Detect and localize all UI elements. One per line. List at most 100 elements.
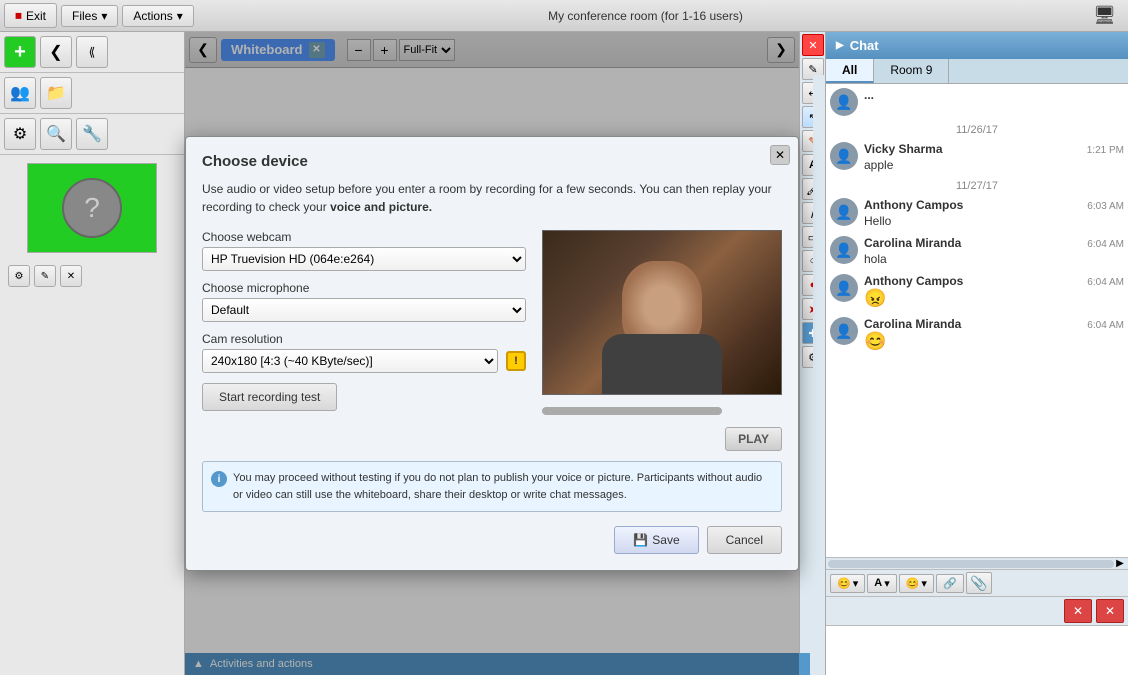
save-button[interactable]: 💾 Save xyxy=(614,526,698,554)
message-content: Anthony Campos 6:03 AM Hello xyxy=(864,198,1124,228)
chat-messages[interactable]: 👤 ... 11/26/17 👤 Vicky Sharma 1:21 PM ap… xyxy=(826,84,1128,557)
save-label: Save xyxy=(652,533,679,547)
modal-overlay: Choose device ✕ Use audio or video setup… xyxy=(185,32,799,675)
choose-device-modal: Choose device ✕ Use audio or video setup… xyxy=(185,136,799,571)
microphone-group: Choose microphone Default xyxy=(202,281,526,322)
message-name: Anthony Campos xyxy=(864,274,963,288)
actions-button[interactable]: Actions ▾ xyxy=(122,5,193,27)
cancel-x-btn[interactable]: ✕ xyxy=(1064,599,1092,623)
user-preview: ? xyxy=(27,163,157,253)
avatar: 👤 xyxy=(830,198,858,226)
exit-label: Exit xyxy=(26,9,46,23)
question-mark-icon: ? xyxy=(84,192,100,224)
scroll-right-icon[interactable]: ▶ xyxy=(1114,558,1126,570)
modal-info-text: You may proceed without testing if you d… xyxy=(233,470,773,503)
right-panel: ▶ Chat All Room 9 👤 ... 11/26/17 👤 xyxy=(825,32,1128,675)
emoji-message: 😊 xyxy=(864,331,1124,352)
message-time: 6:04 AM xyxy=(1087,239,1124,250)
chat-input-area[interactable] xyxy=(826,625,1128,675)
play-button[interactable]: PLAY xyxy=(725,427,782,451)
font-icon: A xyxy=(874,577,882,589)
font-dropdown-icon: ▾ xyxy=(884,577,890,590)
modal-desc-text: Use audio or video setup before you ente… xyxy=(202,182,772,214)
webcam-select[interactable]: HP Truevision HD (064e:e264) xyxy=(202,247,526,271)
emoji-dropdown-icon: ▾ xyxy=(853,577,859,590)
back-button[interactable]: ❮ xyxy=(40,36,72,68)
cancel-button[interactable]: Cancel xyxy=(707,526,782,554)
chat-date-1: 11/26/17 xyxy=(830,124,1124,136)
actions-label: Actions xyxy=(133,9,172,23)
list-item: 👤 Carolina Miranda 6:04 AM 😊 xyxy=(830,317,1124,352)
video-placeholder xyxy=(543,231,781,394)
gear-icon-btn[interactable]: ⚙ xyxy=(4,118,36,150)
microphone-select[interactable]: Default xyxy=(202,298,526,322)
modal-footer: 💾 Save Cancel xyxy=(202,526,782,554)
gear-icon: ⚙ xyxy=(13,124,27,144)
cam-resolution-select[interactable]: 240x180 [4:3 (~40 KByte/sec)] xyxy=(202,349,498,373)
message-name: Vicky Sharma xyxy=(864,142,943,156)
add-button[interactable]: + xyxy=(4,36,36,68)
folder-icon-btn[interactable]: 📁 xyxy=(40,77,72,109)
users-icon-btn[interactable]: 👥 xyxy=(4,77,36,109)
chat-header-arrow-icon: ▶ xyxy=(836,40,844,51)
search-webcam-btn[interactable]: 🔍 xyxy=(40,118,72,150)
user-ctrl-settings[interactable]: ⚙ xyxy=(8,265,30,287)
user-ctrl-edit[interactable]: ✎ xyxy=(34,265,56,287)
files-button[interactable]: Files ▾ xyxy=(61,5,118,27)
cancel-check-btn[interactable]: ✕ xyxy=(1096,599,1124,623)
modal-info: i You may proceed without testing if you… xyxy=(202,461,782,512)
video-body xyxy=(602,334,722,394)
user-controls: ⚙ ✎ ✕ xyxy=(0,261,184,291)
emoji-message: 😠 xyxy=(864,288,1124,309)
left-sidebar: + ❮ ⟪ 👥 📁 ⚙ 🔍 🔧 ? xyxy=(0,32,185,675)
message-content: Vicky Sharma 1:21 PM apple xyxy=(864,142,1124,172)
message-name: Carolina Miranda xyxy=(864,317,961,331)
message-header: Anthony Campos 6:03 AM xyxy=(864,198,1124,212)
message-text: apple xyxy=(864,158,1124,172)
more-emoji-btn[interactable]: 😊 ▾ xyxy=(899,574,934,593)
link-btn[interactable]: 🔗 xyxy=(936,574,964,593)
send-icon: 📎 xyxy=(970,575,987,592)
exit-button[interactable]: ⏹ Exit xyxy=(4,3,57,28)
avatar: 👤 xyxy=(830,274,858,302)
avatar: 👤 xyxy=(830,236,858,264)
tab-all[interactable]: All xyxy=(826,59,874,83)
message-header: Vicky Sharma 1:21 PM xyxy=(864,142,1124,156)
message-name: Anthony Campos xyxy=(864,198,963,212)
chat-date-2: 11/27/17 xyxy=(830,180,1124,192)
main-layout: + ❮ ⟪ 👥 📁 ⚙ 🔍 🔧 ? xyxy=(0,32,1128,675)
chat-scrollbar-h[interactable]: ▶ xyxy=(826,557,1128,569)
files-dropdown-icon: ▾ xyxy=(101,9,107,23)
exit-icon: ⏹ xyxy=(15,7,22,24)
microphone-label: Choose microphone xyxy=(202,281,526,295)
message-content: Carolina Miranda 6:04 AM 😊 xyxy=(864,317,1124,352)
start-recording-button[interactable]: Start recording test xyxy=(202,383,337,411)
emoji-picker-btn[interactable]: 😊 ▾ xyxy=(830,574,865,593)
emoji-icon: 😊 xyxy=(837,577,851,590)
files-label: Files xyxy=(72,9,97,23)
tools-icon: 🔧 xyxy=(82,124,102,144)
send-btn[interactable]: 📎 xyxy=(966,572,992,594)
more-emoji-dropdown-icon: ▾ xyxy=(921,577,927,590)
chat-cancel-btns: ✕ ✕ xyxy=(826,596,1128,625)
message-content: ... xyxy=(864,88,1124,102)
chat-scrollbar-v[interactable] xyxy=(813,75,825,495)
tab-room9[interactable]: Room 9 xyxy=(874,59,949,83)
avatar: 👤 xyxy=(830,317,858,345)
list-item: 👤 Anthony Campos 6:04 AM 😠 xyxy=(830,274,1124,309)
conference-title: My conference room (for 1-16 users) xyxy=(198,9,1093,23)
tools-btn[interactable]: 🔧 xyxy=(76,118,108,150)
message-time: 6:04 AM xyxy=(1087,277,1124,288)
font-btn[interactable]: A ▾ xyxy=(867,574,896,593)
close-tool-btn[interactable]: ✕ xyxy=(802,34,824,56)
chat-input[interactable] xyxy=(830,630,1124,671)
sidebar-icons-row1: + ❮ ⟪ xyxy=(0,32,184,73)
cam-resolution-group: Cam resolution 240x180 [4:3 (~40 KByte/s… xyxy=(202,332,526,373)
message-text: hola xyxy=(864,252,1124,266)
user-ctrl-close[interactable]: ✕ xyxy=(60,265,82,287)
message-name: ... xyxy=(864,88,874,102)
modal-close-button[interactable]: ✕ xyxy=(770,145,790,165)
cam-row: 240x180 [4:3 (~40 KByte/sec)] ! xyxy=(202,349,526,373)
collapse-button[interactable]: ⟪ xyxy=(76,36,108,68)
webcam-label: Choose webcam xyxy=(202,230,526,244)
